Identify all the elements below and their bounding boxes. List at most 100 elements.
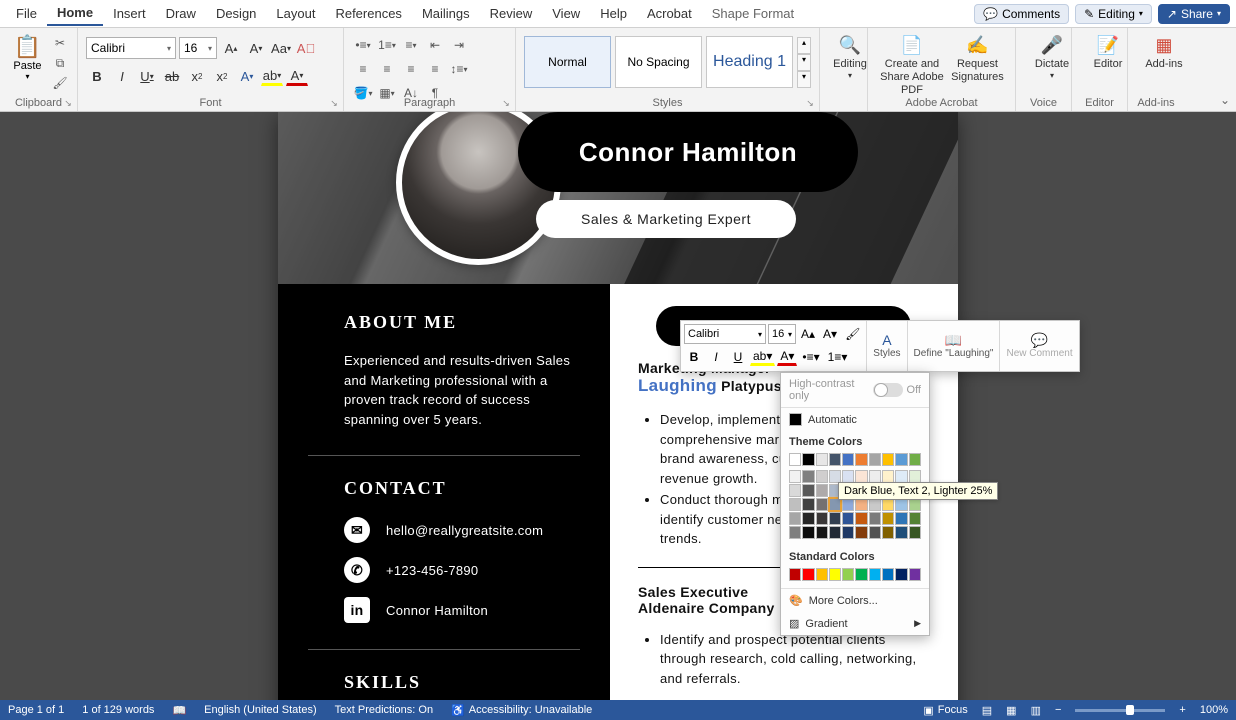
color-swatch[interactable]	[882, 512, 894, 525]
status-words[interactable]: 1 of 129 words	[82, 704, 154, 716]
font-launcher[interactable]: ↘	[328, 97, 340, 109]
view-web-layout[interactable]: ▥	[1031, 704, 1041, 717]
mini-italic[interactable]: I	[706, 347, 726, 367]
highlight-button[interactable]: ab▾	[261, 66, 283, 86]
tab-insert[interactable]: Insert	[103, 2, 156, 25]
tab-references[interactable]: References	[325, 2, 411, 25]
mini-font-combo[interactable]: Calibri▾	[684, 324, 766, 344]
mini-font-color[interactable]: A▾	[777, 349, 797, 366]
editing-button[interactable]: 🔍 Editing▾	[828, 30, 872, 81]
view-print-layout[interactable]: ▤	[982, 704, 992, 717]
color-swatch[interactable]	[855, 526, 867, 539]
bold-button[interactable]: B	[86, 65, 108, 87]
format-painter-button[interactable]: 🖌	[51, 74, 69, 92]
tab-mailings[interactable]: Mailings	[412, 2, 480, 25]
style-no-spacing[interactable]: No Spacing	[615, 36, 702, 88]
tab-home[interactable]: Home	[47, 1, 103, 26]
status-predictions[interactable]: Text Predictions: On	[335, 704, 433, 716]
align-center-button[interactable]: ≡	[376, 58, 398, 80]
line-spacing-button[interactable]: ↕≡▾	[448, 58, 470, 80]
increase-indent-button[interactable]: ⇥	[448, 34, 470, 56]
styles-scroll[interactable]: ▴▾▾	[797, 37, 811, 88]
gradient-menu[interactable]: ▨ Gradient ▶	[781, 612, 929, 635]
request-signatures-button[interactable]: ✍ Request Signatures	[948, 30, 1007, 98]
italic-button[interactable]: I	[111, 65, 133, 87]
color-swatch[interactable]	[789, 512, 801, 525]
mini-grow-font[interactable]: A▴	[798, 324, 818, 344]
addins-button[interactable]: ▦ Add-ins	[1136, 30, 1192, 71]
color-swatch[interactable]	[816, 512, 828, 525]
copy-button[interactable]: ⧉	[51, 54, 69, 72]
color-swatch[interactable]	[882, 453, 894, 466]
color-swatch[interactable]	[802, 484, 814, 497]
high-contrast-toggle[interactable]: High-contrast only Off	[781, 373, 929, 408]
color-swatch[interactable]	[895, 453, 907, 466]
mini-format-painter[interactable]: 🖌	[842, 324, 863, 344]
color-swatch[interactable]	[802, 568, 814, 581]
text-effects-button[interactable]: A▾	[236, 65, 258, 87]
subscript-button[interactable]: x2	[186, 65, 208, 87]
clear-formatting-button[interactable]: A⃠	[295, 37, 317, 59]
justify-button[interactable]: ≡	[424, 58, 446, 80]
automatic-color[interactable]: Automatic	[781, 408, 929, 431]
color-swatch[interactable]	[869, 512, 881, 525]
font-color-button[interactable]: A▾	[286, 66, 308, 86]
shrink-font-button[interactable]: A▾	[245, 37, 267, 59]
color-swatch[interactable]	[789, 470, 801, 483]
create-pdf-button[interactable]: 📄 Create and Share Adobe PDF	[876, 30, 948, 98]
color-swatch[interactable]	[842, 526, 854, 539]
color-swatch[interactable]	[829, 568, 841, 581]
tab-help[interactable]: Help	[590, 2, 637, 25]
bullets-button[interactable]: •≡▾	[352, 34, 374, 56]
color-swatch[interactable]	[882, 568, 894, 581]
cut-button[interactable]: ✂	[51, 34, 69, 52]
paragraph-launcher[interactable]: ↘	[500, 97, 512, 109]
color-swatch[interactable]	[895, 526, 907, 539]
status-page[interactable]: Page 1 of 1	[8, 704, 64, 716]
color-swatch[interactable]	[829, 453, 841, 466]
style-normal[interactable]: Normal	[524, 36, 611, 88]
tab-layout[interactable]: Layout	[266, 2, 325, 25]
align-right-button[interactable]: ≡	[400, 58, 422, 80]
color-swatch[interactable]	[869, 526, 881, 539]
zoom-out-button[interactable]: −	[1055, 704, 1061, 716]
change-case-button[interactable]: Aa▾	[270, 37, 292, 59]
zoom-in-button[interactable]: +	[1179, 704, 1185, 716]
status-language[interactable]: English (United States)	[204, 704, 317, 716]
zoom-slider[interactable]	[1075, 709, 1165, 712]
mini-new-comment[interactable]: 💬 New Comment	[999, 321, 1078, 371]
color-swatch[interactable]	[909, 512, 921, 525]
mini-bold[interactable]: B	[684, 347, 704, 367]
collapse-ribbon-button[interactable]: ⌄	[1220, 93, 1230, 107]
tab-draw[interactable]: Draw	[156, 2, 206, 25]
color-swatch[interactable]	[802, 498, 814, 511]
view-read-mode[interactable]: ▦	[1006, 704, 1016, 717]
editing-mode-button[interactable]: ✎Editing▾	[1075, 4, 1152, 24]
color-swatch[interactable]	[909, 526, 921, 539]
color-swatch[interactable]	[869, 453, 881, 466]
color-swatch[interactable]	[802, 470, 814, 483]
more-colors[interactable]: 🎨 More Colors...	[781, 589, 929, 612]
color-swatch[interactable]	[789, 568, 801, 581]
color-swatch[interactable]	[869, 568, 881, 581]
tab-design[interactable]: Design	[206, 2, 266, 25]
color-swatch[interactable]	[842, 453, 854, 466]
mini-shrink-font[interactable]: A▾	[820, 324, 840, 344]
tab-view[interactable]: View	[542, 2, 590, 25]
color-swatch[interactable]	[816, 526, 828, 539]
color-swatch[interactable]	[789, 526, 801, 539]
color-swatch[interactable]	[909, 453, 921, 466]
color-swatch[interactable]	[816, 484, 828, 497]
color-swatch[interactable]	[789, 498, 801, 511]
paste-button[interactable]: 📋 Paste ▾	[8, 34, 47, 81]
font-name-combo[interactable]: Calibri▾	[86, 37, 176, 59]
color-swatch[interactable]	[802, 526, 814, 539]
decrease-indent-button[interactable]: ⇤	[424, 34, 446, 56]
color-swatch[interactable]	[882, 526, 894, 539]
numbering-button[interactable]: 1≡▾	[376, 34, 398, 56]
tab-file[interactable]: File	[6, 2, 47, 25]
color-swatch[interactable]	[802, 512, 814, 525]
strikethrough-button[interactable]: ab	[161, 65, 183, 87]
zoom-level[interactable]: 100%	[1200, 704, 1228, 716]
tab-review[interactable]: Review	[480, 2, 543, 25]
